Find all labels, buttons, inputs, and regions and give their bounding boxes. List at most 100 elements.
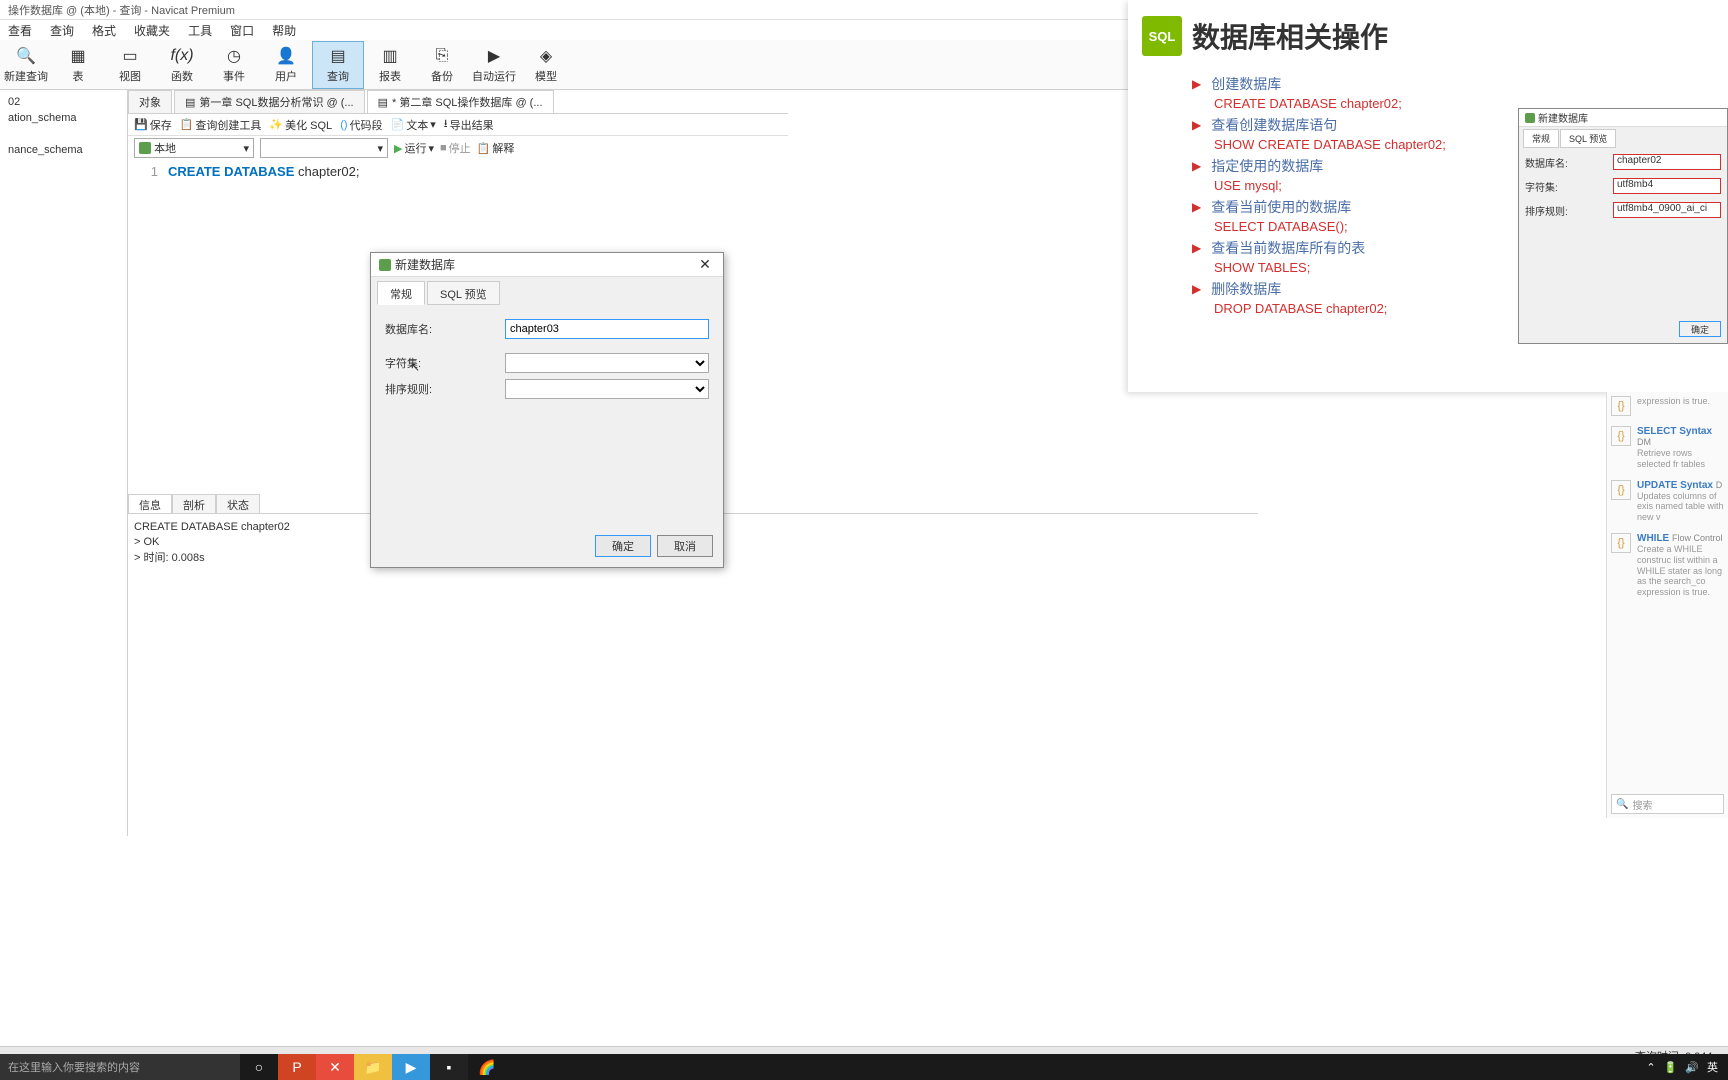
- db-icon: [379, 259, 391, 271]
- menu-window[interactable]: 窗口: [226, 22, 258, 38]
- bullet-arrow-icon: ▶: [1192, 159, 1201, 173]
- snippet-icon: {}: [1611, 480, 1631, 500]
- tool-autorun[interactable]: ▶自动运行: [468, 41, 520, 89]
- dialog-titlebar: 新建数据库 ✕: [371, 253, 723, 277]
- db-name-label: 数据库名:: [385, 321, 505, 337]
- menu-tools[interactable]: 工具: [184, 22, 216, 38]
- database-dropdown[interactable]: ▾: [260, 138, 388, 158]
- charset-select[interactable]: [505, 353, 709, 373]
- export-icon: ⭳: [444, 115, 448, 134]
- result-tab-info[interactable]: 信息: [128, 494, 172, 513]
- mini-tab-general: 常规: [1523, 129, 1559, 148]
- query-builder-button[interactable]: 📋查询创建工具: [180, 117, 262, 133]
- tool-backup[interactable]: ⎘备份: [416, 41, 468, 89]
- cortana-icon[interactable]: ○: [240, 1054, 278, 1080]
- menu-favorites[interactable]: 收藏夹: [130, 22, 174, 38]
- mini-tab-sql: SQL 预览: [1560, 129, 1616, 148]
- menu-query[interactable]: 查询: [46, 22, 78, 38]
- connection-row: 本地▾ ▾ ▶运行 ▾ ■停止 📋解释: [128, 136, 788, 160]
- menu-format[interactable]: 格式: [88, 22, 120, 38]
- export-button[interactable]: ⭳导出结果: [444, 115, 494, 134]
- text-button[interactable]: 📄文本 ▾: [391, 117, 436, 133]
- db-icon: [139, 142, 151, 154]
- explain-button[interactable]: 📋解释: [477, 140, 515, 156]
- function-icon: f(x): [170, 46, 194, 66]
- code-content: CREATE DATABASE chapter02;: [168, 164, 359, 179]
- tool-table[interactable]: ▦表: [52, 41, 104, 89]
- file-icon: ▤: [185, 96, 195, 109]
- dialog-tab-sql-preview[interactable]: SQL 预览: [427, 281, 500, 305]
- app-icon[interactable]: ✕: [316, 1054, 354, 1080]
- ok-button[interactable]: 确定: [595, 535, 651, 557]
- mini-charset-value: utf8mb4: [1613, 178, 1721, 194]
- beautify-button[interactable]: ✨美化 SQL: [269, 117, 332, 133]
- help-item-title[interactable]: WHILE: [1637, 533, 1669, 544]
- bullet-arrow-icon: ▶: [1192, 282, 1201, 296]
- tool-event[interactable]: ◷事件: [208, 41, 260, 89]
- menu-help[interactable]: 帮助: [268, 22, 300, 38]
- db-name-input[interactable]: [505, 319, 709, 339]
- app-icon-2[interactable]: 🌈: [468, 1054, 506, 1080]
- help-panel: {} expression is true.{}SELECT Syntax DM…: [1606, 392, 1728, 818]
- help-item-title[interactable]: UPDATE Syntax: [1637, 480, 1713, 491]
- tab-chapter2[interactable]: ▤* 第二章 SQL操作数据库 @ (...: [367, 90, 554, 113]
- search-icon: 🔍: [1616, 799, 1628, 810]
- media-icon[interactable]: ▶: [392, 1054, 430, 1080]
- cancel-button[interactable]: 取消: [657, 535, 713, 557]
- snippet-icon: {}: [1611, 396, 1631, 416]
- text-icon: 📄: [391, 118, 405, 131]
- tree-item[interactable]: ation_schema: [4, 110, 123, 126]
- collation-select[interactable]: [505, 379, 709, 399]
- snippet-button[interactable]: ()代码段: [340, 117, 382, 133]
- window-title: 操作数据库 @ (本地) - 查询 - Navicat Premium: [8, 5, 235, 17]
- save-icon: 💾: [134, 118, 148, 131]
- result-tab-status[interactable]: 状态: [216, 494, 260, 513]
- query-icon: ▤: [326, 46, 350, 66]
- help-item-desc: Updates columns of exis named table with…: [1637, 491, 1724, 523]
- file-icon: ▤: [378, 96, 388, 109]
- tool-new-query[interactable]: 🔍新建查询: [0, 41, 52, 89]
- help-item-title[interactable]: SELECT Syntax: [1637, 426, 1712, 437]
- builder-icon: 📋: [180, 118, 194, 131]
- explorer-icon[interactable]: 📁: [354, 1054, 392, 1080]
- tree-item[interactable]: nance_schema: [4, 142, 123, 158]
- tool-query[interactable]: ▤查询: [312, 41, 364, 89]
- windows-taskbar: 在这里输入你要搜索的内容 ○ P ✕ 📁 ▶ ▪ 🌈 ⌃ 🔋 🔊 英: [0, 1054, 1728, 1080]
- mini-dialog-preview: 新建数据库 常规 SQL 预览 数据库名:chapter02 字符集:utf8m…: [1518, 108, 1728, 344]
- stop-button[interactable]: ■停止: [440, 140, 471, 156]
- help-item-desc: Retrieve rows selected fr tables: [1637, 448, 1724, 470]
- save-button[interactable]: 💾保存: [134, 117, 172, 133]
- connection-dropdown[interactable]: 本地▾: [134, 138, 254, 158]
- windows-search[interactable]: 在这里输入你要搜索的内容: [0, 1054, 240, 1080]
- snippet-icon: (): [340, 119, 347, 131]
- help-search[interactable]: 🔍 搜索: [1611, 794, 1724, 814]
- tree-item[interactable]: 02: [4, 94, 123, 110]
- ime-icon[interactable]: 英: [1707, 1059, 1718, 1075]
- slide-item-text: 查看创建数据库语句: [1211, 115, 1337, 135]
- dialog-tab-general[interactable]: 常规: [377, 281, 425, 305]
- close-button[interactable]: ✕: [695, 256, 715, 273]
- tab-objects[interactable]: 对象: [128, 90, 172, 113]
- tool-model[interactable]: ◈模型: [520, 41, 572, 89]
- volume-icon[interactable]: 🔊: [1685, 1061, 1699, 1074]
- mini-ok-button: 确定: [1679, 321, 1721, 337]
- tool-view[interactable]: ▭视图: [104, 41, 156, 89]
- result-tab-profile[interactable]: 剖析: [172, 494, 216, 513]
- tray-expand-icon[interactable]: ⌃: [1646, 1061, 1655, 1074]
- new-database-dialog: 新建数据库 ✕ 常规 SQL 预览 数据库名: 字符集: 排序规则: 确定 取消: [370, 252, 724, 568]
- tool-user[interactable]: 👤用户: [260, 41, 312, 89]
- play-icon: ▶: [394, 142, 402, 155]
- tool-report[interactable]: ▥报表: [364, 41, 416, 89]
- powerpoint-icon[interactable]: P: [278, 1054, 316, 1080]
- collation-label: 排序规则:: [385, 381, 505, 397]
- terminal-icon[interactable]: ▪: [430, 1054, 468, 1080]
- tab-chapter1[interactable]: ▤第一章 SQL数据分析常识 @ (...: [174, 90, 365, 113]
- snippet-icon: {}: [1611, 426, 1631, 446]
- battery-icon[interactable]: 🔋: [1664, 1061, 1678, 1074]
- tool-function[interactable]: f(x)函数: [156, 41, 208, 89]
- menu-view[interactable]: 查看: [4, 22, 36, 38]
- event-icon: ◷: [222, 46, 246, 66]
- system-tray: ⌃ 🔋 🔊 英: [1646, 1059, 1728, 1075]
- bullet-arrow-icon: ▶: [1192, 241, 1201, 255]
- run-button[interactable]: ▶运行 ▾: [394, 140, 434, 156]
